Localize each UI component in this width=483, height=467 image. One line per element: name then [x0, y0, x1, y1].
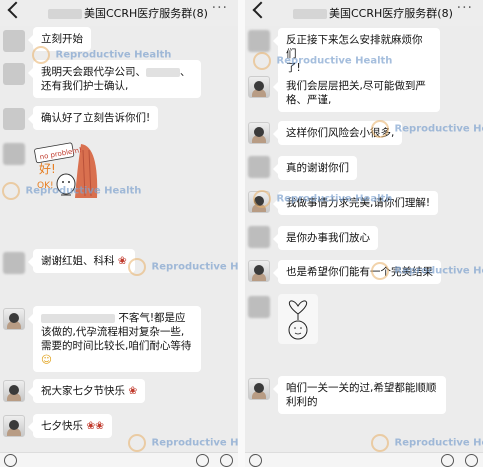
- more-options-icon[interactable]: ···: [457, 0, 473, 16]
- sticker-caption: 好!: [39, 162, 56, 176]
- chat-panel-left: 美国CCRH医疗服务群(8) ··· 立刻开始 我明天会跟代孕公司、、 还有我们…: [0, 0, 238, 467]
- watermark: Reproductive Health: [32, 46, 171, 64]
- chat-title: 美国CCRH医疗服务群(8): [48, 5, 208, 21]
- back-arrow-icon[interactable]: [7, 1, 25, 19]
- smile-emoji-icon: ☺: [41, 354, 52, 366]
- watermark-logo-icon: [371, 262, 389, 280]
- redacted-title: [48, 9, 82, 19]
- avatar[interactable]: [248, 378, 270, 400]
- heart-doodle-drawing: [288, 300, 308, 340]
- message-bubble[interactable]: 不客气!都是应 该做的,代孕流程相对复杂一些, 需要的时间比较长,咱们耐心等待 …: [28, 306, 201, 372]
- rose-icon: ❀: [86, 420, 96, 432]
- watermark: Reproductive Health: [128, 258, 238, 276]
- redacted-text: [41, 313, 115, 323]
- avatar[interactable]: [248, 156, 270, 178]
- chat-header: 美国CCRH医疗服务群(8) ···: [245, 0, 483, 26]
- watermark: Reproductive Health: [253, 52, 392, 70]
- emoji-icon[interactable]: [196, 454, 209, 467]
- avatar[interactable]: [3, 308, 25, 330]
- rose-icon: ❀: [95, 420, 104, 432]
- watermark: Reproductive Health: [2, 182, 141, 200]
- watermark-logo-icon: [253, 52, 271, 70]
- message-bubble[interactable]: 七夕快乐 ❀❀: [28, 414, 112, 438]
- watermark: Reproductive Health: [371, 434, 483, 452]
- watermark-logo-icon: [128, 258, 146, 276]
- input-toolbar: [245, 452, 483, 467]
- avatar[interactable]: [248, 122, 270, 144]
- redacted-title: [293, 9, 327, 19]
- watermark: Reproductive Health: [128, 434, 238, 452]
- avatar[interactable]: [248, 30, 270, 52]
- avatar[interactable]: [3, 63, 25, 85]
- watermark-logo-icon: [32, 46, 50, 64]
- back-arrow-icon[interactable]: [252, 1, 270, 19]
- voice-icon[interactable]: [249, 454, 262, 467]
- watermark-logo-icon: [253, 190, 271, 208]
- rose-icon: ❀: [117, 255, 127, 267]
- message-bubble[interactable]: 我们会层层把关,尽可能做到严 格、严谨,: [273, 74, 440, 112]
- avatar[interactable]: [3, 108, 25, 130]
- avatar[interactable]: [3, 30, 25, 52]
- avatar[interactable]: [248, 296, 270, 318]
- message-bubble[interactable]: 咱们一关一关的过,希望都能顺顺 利利的: [273, 376, 446, 414]
- watermark: Reproductive Health: [371, 262, 483, 280]
- divider: [238, 0, 245, 467]
- emoji-icon[interactable]: [441, 454, 454, 467]
- message-bubble[interactable]: 确认好了立刻告诉你们!: [27, 106, 159, 130]
- message-bubble[interactable]: 谢谢红姐、科科 ❀: [28, 249, 135, 273]
- watermark-logo-icon: [371, 120, 389, 138]
- watermark: Reproductive Health: [253, 190, 392, 208]
- more-options-icon[interactable]: ···: [212, 0, 228, 16]
- avatar[interactable]: [248, 260, 270, 282]
- chat-panel-right: 美国CCRH医疗服务群(8) ··· 反正接下来怎么安排就麻烦你们 了! Rep…: [245, 0, 483, 467]
- add-icon[interactable]: [465, 454, 478, 467]
- message-bubble[interactable]: 是你办事我们放心: [273, 226, 378, 250]
- sticker-image[interactable]: [278, 294, 318, 344]
- avatar[interactable]: [3, 143, 25, 165]
- input-toolbar: [0, 452, 238, 467]
- watermark-logo-icon: [371, 434, 389, 452]
- watermark: Reproductive Health: [371, 120, 483, 138]
- watermark-logo-icon: [128, 434, 146, 452]
- add-icon[interactable]: [220, 454, 233, 467]
- message-bubble[interactable]: 我明天会跟代孕公司、、 还有我们护士确认,: [28, 60, 201, 98]
- avatar[interactable]: [3, 415, 25, 437]
- avatar[interactable]: [3, 380, 25, 402]
- message-bubble[interactable]: 真的谢谢你们: [273, 156, 357, 180]
- avatar[interactable]: [248, 76, 270, 98]
- rose-icon: ❀: [128, 385, 138, 397]
- avatar[interactable]: [3, 252, 25, 274]
- voice-icon[interactable]: [4, 454, 17, 467]
- chat-title: 美国CCRH医疗服务群(8): [293, 5, 453, 21]
- redacted-text: [146, 67, 180, 77]
- watermark-logo-icon: [2, 182, 20, 200]
- message-bubble[interactable]: 祝大家七夕节快乐 ❀: [27, 379, 146, 403]
- avatar[interactable]: [248, 226, 270, 248]
- chat-header: 美国CCRH医疗服务群(8) ···: [0, 0, 238, 26]
